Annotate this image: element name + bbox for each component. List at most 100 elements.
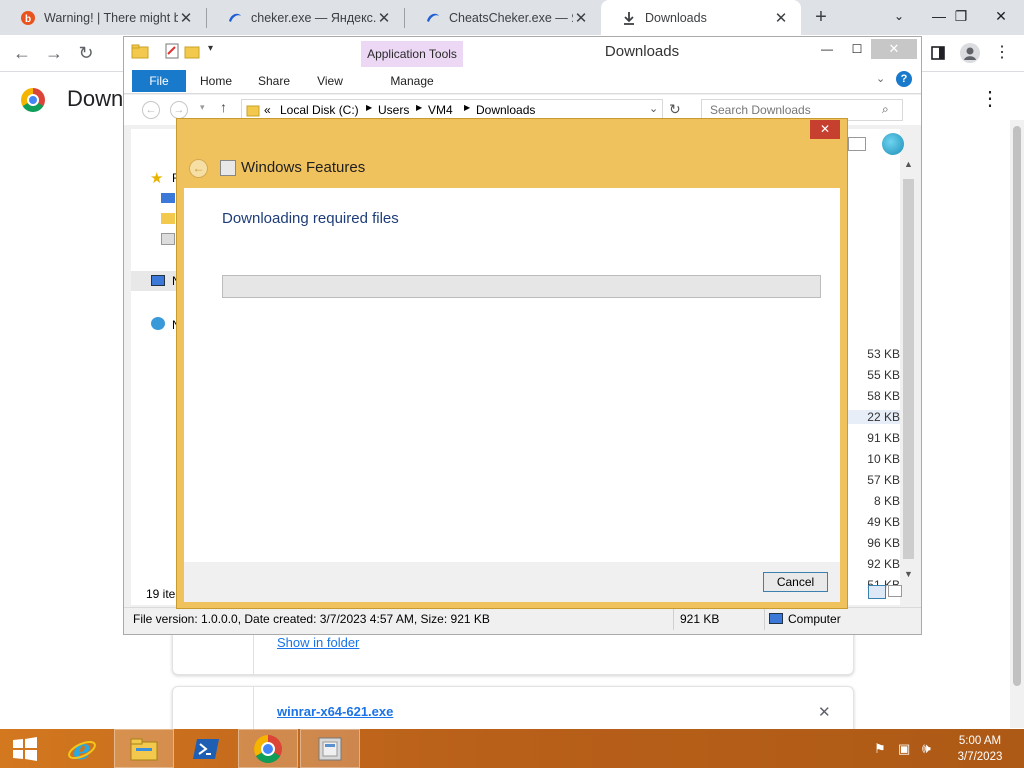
close-icon[interactable]: ✕ xyxy=(178,9,194,27)
system-clock[interactable]: 5:00 AM 3/7/2023 xyxy=(950,733,1010,765)
recent-places-icon[interactable] xyxy=(161,233,175,245)
computer-icon xyxy=(151,275,165,286)
up-arrow-icon[interactable]: ↑ xyxy=(220,99,227,115)
forward-arrow-icon[interactable]: → xyxy=(170,101,188,119)
back-arrow-icon[interactable]: ← xyxy=(8,39,36,67)
tab-manage[interactable]: Manage xyxy=(361,70,463,92)
action-center-flag-icon[interactable]: ⚑ xyxy=(874,741,886,757)
favorites-star-icon[interactable]: ★ xyxy=(150,169,163,187)
network-icon[interactable] xyxy=(151,317,165,330)
taskbar-windows-features[interactable] xyxy=(300,729,360,768)
back-arrow-icon[interactable]: ← xyxy=(142,101,160,119)
expand-ribbon-icon[interactable]: ⌄ xyxy=(876,72,885,85)
globe-icon[interactable] xyxy=(882,133,904,155)
breadcrumb-users[interactable]: Users xyxy=(378,103,409,117)
taskbar-powershell[interactable] xyxy=(176,729,236,768)
cancel-button[interactable]: Cancel xyxy=(763,572,828,592)
chevron-down-icon[interactable]: ⌄ xyxy=(649,102,658,115)
chevron-right-icon[interactable]: ▶ xyxy=(464,103,470,112)
details-view-icon[interactable] xyxy=(868,585,886,599)
yandex-disk-icon xyxy=(229,13,241,22)
show-in-folder-link[interactable]: Show in folder xyxy=(277,635,359,650)
dialog-body: Downloading required files xyxy=(184,188,840,562)
folder-icon xyxy=(131,44,149,59)
refresh-icon[interactable]: ↻ xyxy=(669,101,681,118)
downloads-folder-icon[interactable] xyxy=(161,213,175,224)
tab-downloads[interactable]: Downloads ✕ xyxy=(601,0,801,35)
explorer-titlebar: ▾ Application Tools Downloads — ☐ ✕ xyxy=(124,37,921,67)
page-scrollbar[interactable] xyxy=(1010,120,1024,728)
clock-time: 5:00 AM xyxy=(958,735,1002,747)
volume-icon[interactable]: 🕪 xyxy=(922,740,931,757)
close-icon[interactable]: ✕ xyxy=(376,9,392,27)
browser-tab-strip: b Warning! | There might b ✕ cheker.exe … xyxy=(0,0,1024,35)
bitdefender-icon: b xyxy=(21,10,35,25)
maximize-button[interactable]: ☐ xyxy=(842,39,872,59)
folder-icon xyxy=(246,105,260,117)
new-tab-button[interactable]: + xyxy=(811,4,831,30)
close-icon[interactable]: ✕ xyxy=(773,9,789,27)
chevron-right-icon[interactable]: ▶ xyxy=(416,103,422,112)
explorer-scrollbar[interactable]: ▲ ▼ xyxy=(900,159,917,583)
status-location: Computer xyxy=(788,612,841,626)
breadcrumb-downloads[interactable]: Downloads xyxy=(476,103,535,117)
tab-home[interactable]: Home xyxy=(196,70,236,92)
search-icon[interactable]: ⌕ xyxy=(882,102,889,117)
start-button[interactable] xyxy=(0,729,50,768)
context-tab-application-tools[interactable]: Application Tools xyxy=(361,41,463,67)
tab-view[interactable]: View xyxy=(312,70,348,92)
taskbar-chrome[interactable] xyxy=(238,729,298,768)
windows-features-icon xyxy=(220,160,236,176)
status-details: File version: 1.0.0.0, Date created: 3/7… xyxy=(133,612,490,626)
tab-file[interactable]: File xyxy=(132,70,186,92)
profile-avatar[interactable] xyxy=(956,39,984,67)
windows-logo-icon xyxy=(13,736,37,761)
svg-text:e: e xyxy=(73,734,91,764)
recent-locations-icon[interactable]: ▾ xyxy=(200,102,205,113)
powershell-icon xyxy=(193,738,219,759)
remove-download-icon[interactable]: ✕ xyxy=(818,703,831,721)
chrome-menu-icon[interactable]: ⋮ xyxy=(988,39,1016,67)
tab-cheatscheker[interactable]: CheatsCheker.exe — Янд ✕ xyxy=(405,0,601,35)
network-status-icon[interactable]: ▣ xyxy=(898,741,910,757)
status-size: 921 KB xyxy=(680,612,720,626)
quick-access-dropdown-icon[interactable]: ▾ xyxy=(208,43,213,54)
chevron-right-icon[interactable]: ▶ xyxy=(366,103,372,112)
more-actions-icon[interactable]: ⋮ xyxy=(980,86,1000,111)
ribbon-tabs: File Home Share View Manage ⌄ ? xyxy=(124,67,921,94)
taskbar-file-explorer[interactable] xyxy=(114,729,174,768)
new-folder-icon[interactable] xyxy=(184,43,200,59)
file-size: 22 KB xyxy=(840,410,900,424)
back-arrow-icon: ← xyxy=(189,159,208,178)
properties-icon[interactable] xyxy=(165,43,179,59)
desktop-icon[interactable] xyxy=(161,193,175,203)
address-overflow[interactable]: « xyxy=(264,103,271,117)
help-icon[interactable]: ? xyxy=(896,71,912,87)
file-size: 57 KB xyxy=(867,473,900,487)
nav-item-this-pc[interactable]: N xyxy=(131,271,182,291)
close-button[interactable]: ✕ xyxy=(871,39,917,59)
scroll-up-icon[interactable]: ▲ xyxy=(904,159,913,169)
forward-arrow-icon[interactable]: → xyxy=(40,39,68,67)
download-file-link[interactable]: winrar-x64-621.exe xyxy=(277,704,393,719)
tab-share[interactable]: Share xyxy=(254,70,294,92)
tab-cheker[interactable]: cheker.exe — Яндекс.Дис ✕ xyxy=(207,0,404,35)
page-title: Down xyxy=(67,86,124,111)
close-window-button[interactable]: ✕ xyxy=(978,0,1024,32)
close-icon[interactable]: ✕ xyxy=(573,9,589,27)
tab-warning[interactable]: b Warning! | There might b ✕ xyxy=(0,0,206,35)
taskbar-internet-explorer[interactable]: e xyxy=(52,729,112,768)
preview-pane-icon[interactable] xyxy=(848,137,866,151)
breadcrumb-vm4[interactable]: VM4 xyxy=(428,103,453,117)
computer-icon xyxy=(769,613,783,624)
close-button[interactable]: ✕ xyxy=(810,120,840,139)
internet-explorer-icon: e xyxy=(68,734,96,764)
breadcrumb-local-disk[interactable]: Local Disk (C:) xyxy=(280,103,359,117)
dialog-heading: Downloading required files xyxy=(222,210,399,227)
file-explorer-icon xyxy=(130,738,158,760)
reload-icon[interactable]: ↻ xyxy=(72,39,100,67)
large-icons-view-icon[interactable] xyxy=(888,585,902,597)
scroll-down-icon[interactable]: ▼ xyxy=(904,569,913,579)
minimize-button[interactable]: — xyxy=(812,39,842,59)
side-panel-icon[interactable] xyxy=(924,39,952,67)
